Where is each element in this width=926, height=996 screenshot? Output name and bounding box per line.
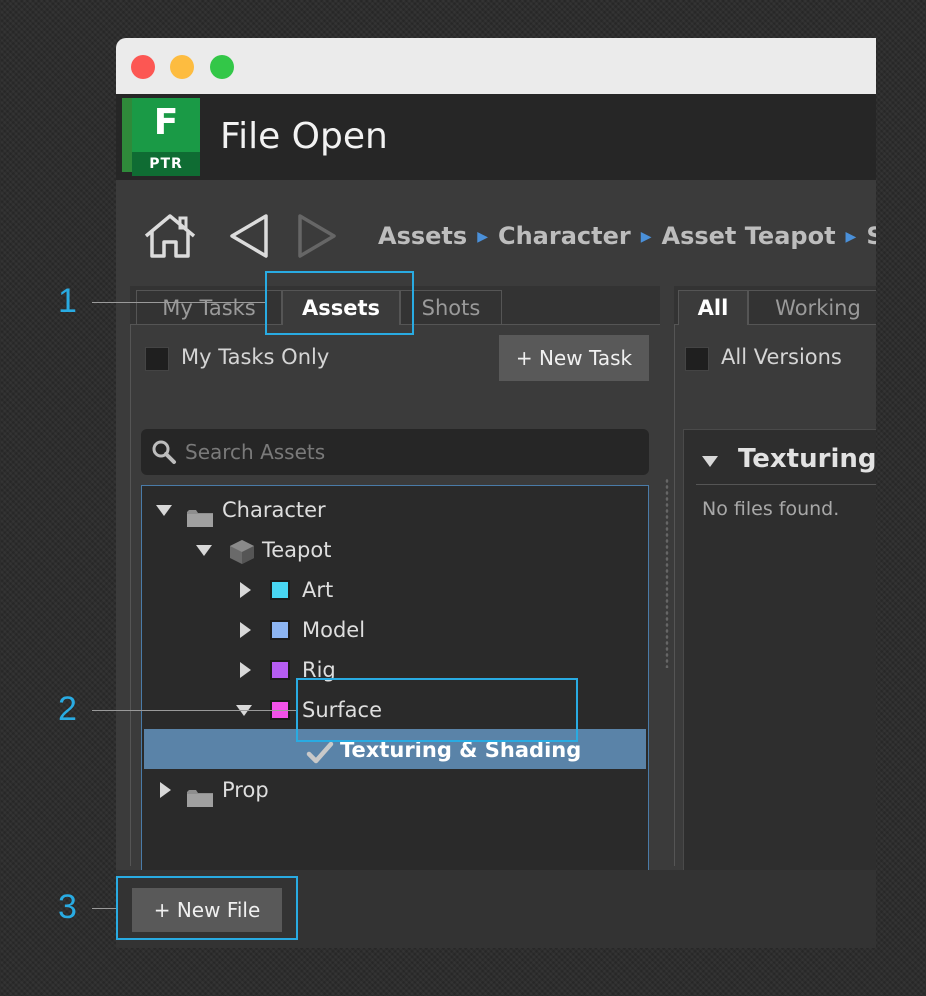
- breadcrumb-separator-icon: ▶: [640, 229, 652, 245]
- expand-arrow-icon[interactable]: [156, 505, 172, 516]
- tree-item-art[interactable]: Art: [142, 570, 642, 610]
- home-icon[interactable]: [142, 212, 198, 264]
- tree-item-model[interactable]: Model: [142, 610, 642, 650]
- my-tasks-only-checkbox[interactable]: [145, 347, 169, 371]
- tree-item-label: Art: [302, 578, 334, 602]
- breadcrumb-separator-icon: ▶: [477, 229, 488, 245]
- dialog-title: File Open: [220, 116, 388, 157]
- tree-item-label: Teapot: [262, 538, 332, 562]
- new-task-button[interactable]: + New Task: [499, 335, 649, 381]
- maximize-window-button[interactable]: [210, 55, 234, 79]
- callout-leader-line: [92, 908, 116, 909]
- expand-arrow-icon[interactable]: [240, 662, 251, 678]
- callout-box-2: [296, 678, 578, 742]
- logo-letter: F: [153, 102, 179, 143]
- navigation-bar: Assets ▶ Character ▶ Asset Teapot ▶ Ste: [116, 180, 876, 280]
- tree-item-label: Model: [302, 618, 366, 642]
- all-versions-checkbox[interactable]: [685, 347, 709, 371]
- breadcrumb-item[interactable]: Ste: [866, 222, 876, 250]
- callout-number-1: 1: [58, 282, 77, 320]
- folder-icon: [186, 781, 214, 821]
- forward-arrow-icon[interactable]: [294, 212, 340, 264]
- expand-arrow-icon[interactable]: [196, 545, 212, 556]
- minimize-window-button[interactable]: [170, 55, 194, 79]
- tab-my-tasks[interactable]: My Tasks: [136, 290, 282, 324]
- app-header: F PTR File Open: [116, 94, 876, 180]
- callout-number-2: 2: [58, 690, 77, 728]
- callout-box-3: [116, 876, 298, 940]
- file-group-box: Texturing No files found.: [683, 429, 876, 895]
- window-titlebar: [116, 38, 876, 95]
- empty-state-text: No files found.: [702, 498, 840, 520]
- callout-leader-line: [92, 710, 296, 711]
- step-color-icon: [270, 580, 290, 600]
- breadcrumb-separator-icon: ▶: [845, 229, 857, 245]
- tab-working[interactable]: Working: [748, 290, 876, 324]
- file-tabs: All Working: [674, 286, 876, 325]
- app-logo: F PTR: [122, 98, 202, 176]
- tab-shots[interactable]: Shots: [400, 290, 502, 324]
- search-input[interactable]: Search Assets: [141, 429, 649, 475]
- assets-tab-content: My Tasks Only + New Task Search Assets C…: [130, 325, 660, 895]
- file-group-title: Texturing: [738, 444, 876, 474]
- tree-item-label: Character: [222, 498, 326, 522]
- breadcrumb-item[interactable]: Asset Teapot: [662, 222, 836, 250]
- callout-box-1: [265, 271, 414, 335]
- callout-number-3: 3: [58, 888, 77, 926]
- logo-subtitle: PTR: [132, 152, 200, 176]
- tree-item-label: Prop: [222, 778, 269, 802]
- expand-arrow-icon[interactable]: [240, 582, 251, 598]
- search-icon: [151, 439, 177, 469]
- divider: [696, 484, 876, 485]
- breadcrumb-item[interactable]: Character: [498, 222, 631, 250]
- tree-item-character[interactable]: Character: [142, 490, 642, 530]
- file-list-area: All Versions Texturing No files found.: [674, 325, 876, 895]
- my-tasks-only-label: My Tasks Only: [181, 345, 330, 369]
- all-versions-label: All Versions: [721, 345, 842, 369]
- tree-item-teapot[interactable]: Teapot: [142, 530, 642, 570]
- back-arrow-icon[interactable]: [226, 212, 272, 264]
- expand-arrow-icon[interactable]: [160, 782, 171, 798]
- splitter-handle[interactable]: [665, 478, 669, 668]
- callout-leader-line: [92, 302, 265, 303]
- step-color-icon: [270, 660, 290, 680]
- tab-all[interactable]: All: [678, 290, 748, 325]
- breadcrumb: Assets ▶ Character ▶ Asset Teapot ▶ Ste: [378, 222, 876, 250]
- entity-browser-panel: My Tasks Assets Shots My Tasks Only + Ne…: [130, 286, 660, 895]
- file-browser-panel: All Working All Versions Texturing No fi…: [674, 286, 876, 895]
- file-open-window: F PTR File Open Assets ▶ Character ▶ Asset T…: [116, 38, 876, 948]
- breadcrumb-item[interactable]: Assets: [378, 222, 467, 250]
- expand-arrow-icon[interactable]: [240, 622, 251, 638]
- search-placeholder: Search Assets: [185, 440, 326, 464]
- close-window-button[interactable]: [131, 55, 155, 79]
- step-color-icon: [270, 620, 290, 640]
- collapse-arrow-icon[interactable]: [702, 456, 718, 467]
- tree-item-prop[interactable]: Prop: [142, 770, 642, 810]
